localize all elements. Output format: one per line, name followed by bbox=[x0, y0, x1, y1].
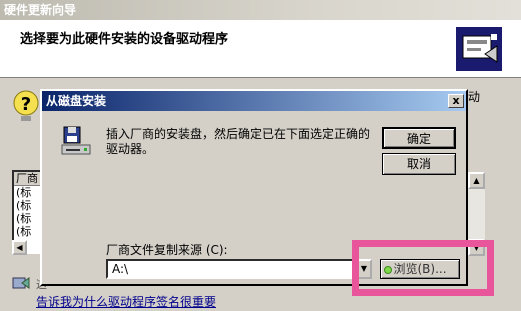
dialog-titlebar: 从磁盘安装 bbox=[42, 91, 466, 111]
wizard-titlebar: 硬件更新向导 bbox=[0, 0, 521, 20]
driver-signing-link[interactable]: 告诉我为什么驱动程序签名很重要 bbox=[36, 293, 216, 310]
cancel-button[interactable]: 取消 bbox=[382, 153, 456, 175]
list-item[interactable]: (标 bbox=[14, 199, 42, 212]
model-list-scrollbar[interactable]: ▲ ▼ bbox=[468, 172, 485, 256]
scroll-up-arrow-icon[interactable]: ▲ bbox=[468, 172, 485, 189]
install-from-disk-dialog: 从磁盘安装 x 插入厂商的安装盘，然后确定已在下面选定正确的驱动器。 确定 取消… bbox=[40, 89, 468, 286]
source-path-label: 厂商文件复制来源 (C): bbox=[106, 243, 228, 257]
list-item[interactable]: (标 bbox=[14, 212, 42, 225]
wizard-header-title: 选择要为此硬件安装的设备驱动程序 bbox=[20, 32, 229, 47]
scroll-down-arrow-icon[interactable]: ▼ bbox=[468, 239, 485, 256]
svg-text:?: ? bbox=[21, 94, 31, 115]
hardware-wizard-icon bbox=[456, 27, 502, 71]
list-header[interactable]: 厂商 bbox=[14, 172, 42, 186]
list-item[interactable]: (标 bbox=[14, 225, 42, 238]
scroll-left-arrow-icon[interactable]: ◀ bbox=[12, 240, 27, 255]
shield-icon bbox=[12, 277, 30, 289]
browse-button-label: 浏览(B)... bbox=[393, 262, 447, 276]
list-item[interactable]: (标 bbox=[14, 186, 42, 199]
disk-drive-icon bbox=[61, 126, 91, 155]
dropdown-arrow-icon[interactable]: ▼ bbox=[356, 259, 372, 279]
close-icon[interactable]: x bbox=[448, 94, 464, 108]
question-icon: ? bbox=[13, 90, 39, 121]
dialog-title: 从磁盘安装 bbox=[46, 94, 107, 108]
cursor-dot-icon bbox=[384, 266, 392, 274]
ok-button[interactable]: 确定 bbox=[382, 127, 456, 149]
wizard-header: 选择要为此硬件安装的设备驱动程序 bbox=[0, 20, 521, 78]
wizard-side-text: 动 bbox=[468, 90, 481, 104]
dialog-message: 插入厂商的安装盘，然后确定已在下面选定正确的驱动器。 bbox=[106, 127, 371, 156]
source-path-input[interactable] bbox=[106, 259, 356, 279]
wizard-title: 硬件更新向导 bbox=[4, 3, 77, 17]
browse-button[interactable]: 浏览(B)... bbox=[380, 259, 460, 279]
